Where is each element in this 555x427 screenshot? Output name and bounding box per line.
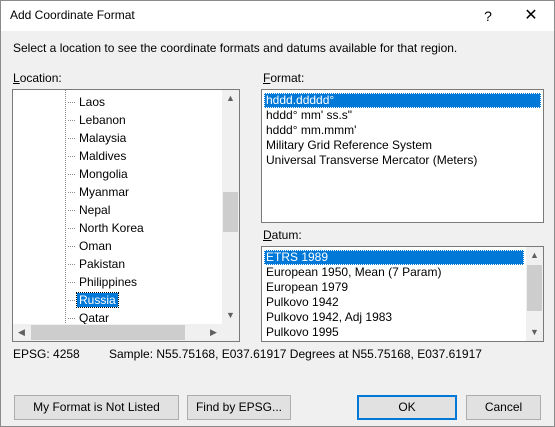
instructions-text: Select a location to see the coordinate … — [13, 41, 458, 55]
location-item-label: Lebanon — [79, 113, 126, 127]
tree-connector — [68, 210, 75, 211]
epsg-code-text: EPSG: 4258 — [13, 347, 80, 361]
scroll-thumb-horizontal[interactable] — [31, 325, 185, 340]
scroll-thumb[interactable] — [527, 265, 542, 311]
datum-label: Datum: — [263, 228, 302, 242]
format-item[interactable]: hddd.ddddd° — [264, 93, 541, 108]
scroll-right-arrow-icon[interactable]: ▶ — [205, 324, 222, 341]
scroll-up-arrow-icon[interactable]: ▲ — [222, 90, 239, 107]
scroll-left-arrow-icon[interactable]: ◀ — [13, 324, 30, 341]
tree-connector — [68, 174, 75, 175]
datum-listbox[interactable]: ETRS 1989 European 1950, Mean (7 Param) Eu… — [261, 246, 544, 342]
tree-connector — [68, 138, 75, 139]
tree-connector — [68, 282, 75, 283]
datum-item[interactable]: Pulkovo 1942 — [264, 295, 524, 310]
location-tree[interactable]: Laos Lebanon Malaysia Maldives Mongolia Myanm… — [12, 89, 240, 342]
cancel-button[interactable]: Cancel — [466, 395, 541, 420]
location-label: Location: — [13, 71, 62, 85]
tree-connector — [68, 264, 75, 265]
location-item-label: Myanmar — [79, 185, 130, 199]
location-item[interactable]: Malaysia — [68, 129, 128, 147]
location-item-label: Russia — [76, 292, 119, 308]
title-bar: Add Coordinate Format ? ✕ — [1, 1, 554, 31]
format-item[interactable]: hddd° mm' ss.s" — [264, 108, 541, 123]
location-item-label: Pakistan — [79, 257, 126, 271]
location-item-label: Nepal — [79, 203, 111, 217]
scroll-down-arrow-icon[interactable]: ▼ — [222, 307, 239, 324]
location-item[interactable]: Pakistan — [68, 255, 127, 273]
format-label: Format: — [263, 71, 305, 85]
location-item-label: Mongolia — [79, 167, 128, 181]
tree-connector — [68, 246, 75, 247]
format-item[interactable]: Universal Transverse Mercator (Meters) — [264, 153, 541, 168]
dialog-title: Add Coordinate Format — [10, 8, 135, 22]
add-coordinate-format-dialog: Add Coordinate Format ? ✕ Select a locat… — [0, 0, 555, 427]
ok-button[interactable]: OK — [357, 395, 457, 420]
tree-connector — [68, 192, 75, 193]
sample-text: Sample: N55.75168, E037.61917 Degrees at… — [109, 347, 482, 361]
scroll-up-arrow-icon[interactable]: ▲ — [526, 247, 543, 264]
tree-connector — [68, 300, 75, 301]
format-item[interactable]: hddd° mm.mmm' — [264, 123, 541, 138]
datum-item[interactable]: European 1979 — [264, 280, 524, 295]
location-item[interactable]: Maldives — [68, 147, 128, 165]
location-horizontal-scrollbar[interactable]: ◀ ▶ — [13, 324, 222, 341]
tree-connector — [68, 156, 75, 157]
datum-item[interactable]: European 1950, Mean (7 Param) — [264, 265, 524, 280]
tree-connector — [68, 120, 75, 121]
location-item-label: Malaysia — [79, 131, 127, 145]
tree-connector — [68, 318, 75, 319]
location-item[interactable]: Philippines — [68, 273, 139, 291]
datum-vertical-scrollbar[interactable]: ▲ ▼ — [526, 247, 543, 341]
help-button[interactable]: ? — [471, 1, 505, 31]
tree-connector — [68, 102, 75, 103]
location-item[interactable]: Oman — [68, 237, 114, 255]
close-icon[interactable]: ✕ — [509, 1, 553, 31]
location-item-label: Oman — [79, 239, 112, 253]
location-item-label: North Korea — [79, 221, 144, 235]
datum-item[interactable]: Pulkovo 1942, Adj 1983 — [264, 310, 524, 325]
location-item[interactable]: North Korea — [68, 219, 146, 237]
location-item-label: Laos — [79, 95, 106, 109]
location-item[interactable]: Lebanon — [68, 111, 128, 129]
datum-item[interactable]: ETRS 1989 — [264, 250, 524, 265]
scroll-down-arrow-icon[interactable]: ▼ — [526, 324, 543, 341]
format-item[interactable]: Military Grid Reference System — [264, 138, 541, 153]
location-item[interactable]: Mongolia — [68, 165, 130, 183]
datum-item[interactable]: Pulkovo 1995 — [264, 325, 524, 340]
location-item[interactable]: Laos — [68, 93, 107, 111]
tree-connector-line — [65, 90, 66, 323]
my-format-not-listed-button[interactable]: My Format is Not Listed — [14, 395, 179, 420]
location-vertical-scrollbar[interactable]: ▲ ▼ — [222, 90, 239, 324]
location-item[interactable]: Myanmar — [68, 183, 131, 201]
location-item[interactable]: Nepal — [68, 201, 112, 219]
location-item-label: Philippines — [79, 275, 138, 289]
scroll-thumb[interactable] — [223, 192, 238, 232]
find-by-epsg-button[interactable]: Find by EPSG... — [187, 395, 291, 420]
location-item[interactable]: Russia — [68, 291, 119, 309]
format-listbox[interactable]: hddd.ddddd° hddd° mm' ss.s" hddd° mm.mmm' M… — [261, 89, 544, 223]
scroll-corner — [222, 324, 239, 341]
tree-connector — [68, 228, 75, 229]
location-item-label: Qatar — [79, 311, 110, 325]
location-item-label: Maldives — [79, 149, 127, 163]
